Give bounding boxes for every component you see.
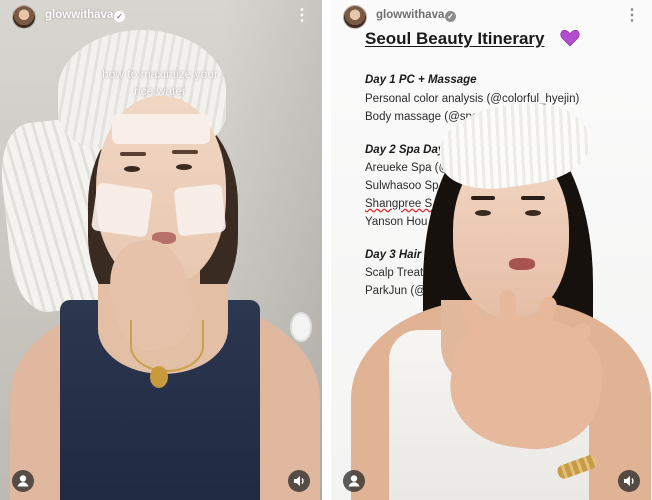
forehead-mask-patch: [112, 114, 210, 144]
coin-pendant: [150, 366, 168, 388]
itinerary-day-heading: Day 1 PC + Massage: [365, 74, 477, 86]
left-reel-panel[interactable]: how to maximize your rice water glowwith…: [0, 0, 322, 500]
right-eye: [525, 210, 541, 216]
caption-line: rice water: [133, 84, 186, 98]
itinerary-item: Shangpree S: [365, 198, 433, 210]
itinerary-day-heading: Day 3 Hair: [365, 249, 422, 261]
post-header: glowwithava ✓ ⋮: [0, 0, 322, 36]
left-eyebrow: [120, 152, 146, 156]
more-vertical-icon[interactable]: ⋮: [624, 6, 640, 26]
right-reel-panel[interactable]: Seoul Beauty Itinerary Day 1 PC + Massag…: [331, 0, 652, 500]
avatar[interactable]: [12, 5, 36, 29]
right-eye: [176, 164, 192, 170]
more-vertical-icon[interactable]: ⋮: [294, 6, 310, 26]
itinerary-item: Sulwhasoo Sp: [365, 180, 439, 192]
right-eyebrow: [521, 196, 545, 200]
wall-fixture: [290, 312, 312, 342]
itinerary-item: Areueke Spa (@: [365, 162, 451, 174]
post-header: glowwithava ✓ ⋮: [331, 0, 652, 36]
avatar[interactable]: [343, 5, 367, 29]
itinerary-day-heading: Day 2 Spa Day: [365, 144, 445, 156]
video-caption: how to maximize your rice water: [40, 66, 280, 100]
cheek-mask-patch-left: [90, 182, 154, 238]
itinerary-item: Scalp Treat: [365, 267, 424, 279]
caption-line: how to maximize your: [101, 67, 219, 81]
user-icon[interactable]: [12, 470, 34, 492]
verified-check-icon: ✓: [114, 11, 125, 22]
right-eyebrow: [172, 150, 198, 154]
itinerary-item: ParkJun (@: [365, 285, 426, 297]
username[interactable]: glowwithava: [45, 9, 113, 21]
left-eye: [124, 166, 140, 172]
verified-check-icon: ✓: [445, 11, 456, 22]
left-eye: [475, 210, 491, 216]
username[interactable]: glowwithava: [376, 9, 444, 21]
gold-necklace: [130, 320, 204, 372]
cheek-mask-patch-right: [173, 183, 227, 237]
itinerary-item: Yanson Hou: [365, 216, 428, 228]
mouth: [509, 258, 535, 270]
itinerary-item: Personal color analysis (@colorful_hyeji…: [365, 93, 580, 105]
speaker-icon[interactable]: [288, 470, 310, 492]
speaker-icon[interactable]: [618, 470, 640, 492]
user-icon[interactable]: [343, 470, 365, 492]
left-eyebrow: [471, 196, 495, 200]
